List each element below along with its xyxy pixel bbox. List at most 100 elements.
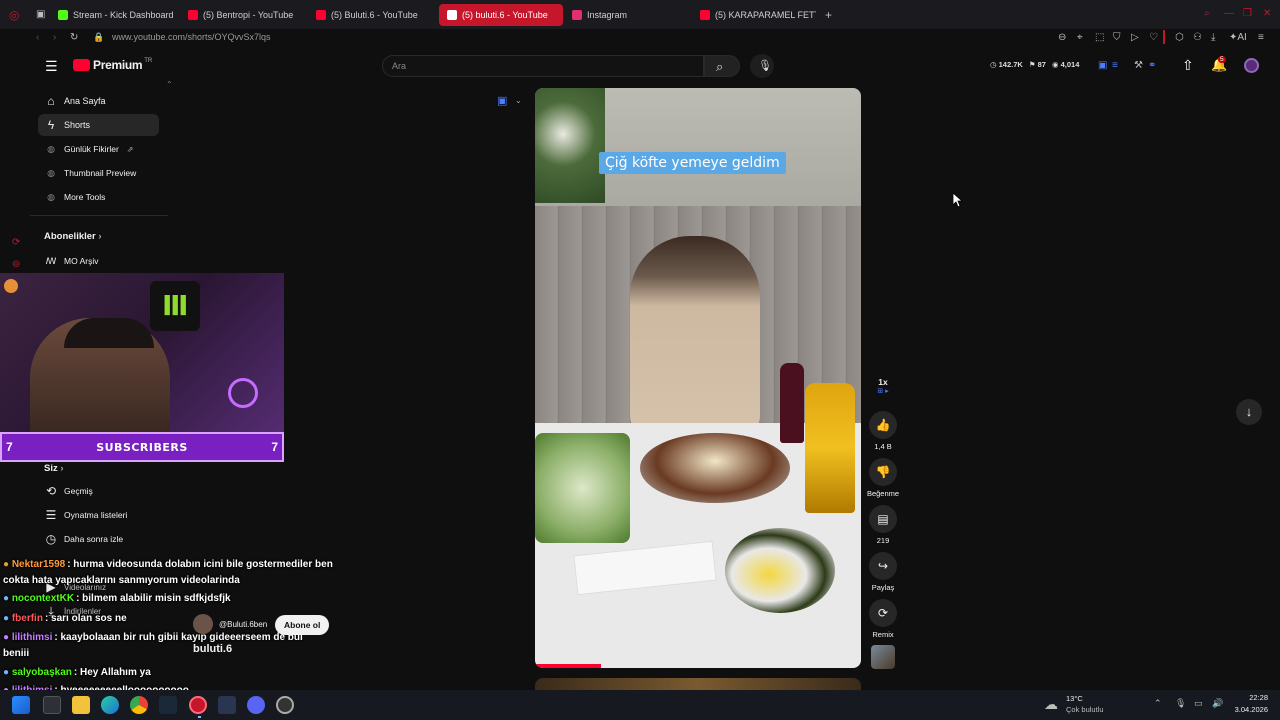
edge-icon[interactable] [101, 696, 119, 714]
sidebar-item-playlists[interactable]: ☰ Oynatma listeleri [38, 504, 159, 526]
sidebar-item-home[interactable]: ⌂ Ana Sayfa [38, 90, 159, 112]
iq-icon[interactable]: ▣ [1098, 61, 1107, 71]
hamburger-menu-icon[interactable]: ☰ [45, 59, 58, 73]
sidebar-item-gunluk-fikirler[interactable]: ◍ Günlük Fikirler ⇗ [38, 138, 159, 160]
channel-avatar[interactable] [193, 614, 213, 634]
tab-kick-dashboard[interactable]: Stream - Kick Dashboard [58, 4, 176, 26]
sidebar-item-mo-arsiv[interactable]: ꟿ MO Arşiv [38, 250, 159, 272]
zoom-icon[interactable]: ⊖ [1058, 33, 1066, 43]
snapshot-icon[interactable]: ⬚ [1095, 33, 1104, 43]
app-icon[interactable] [218, 696, 236, 714]
extensions-icon[interactable]: ⬡ [1175, 33, 1184, 43]
sidebar-item-history[interactable]: ⟲ Geçmiş [38, 480, 159, 502]
weather-desc[interactable]: Çok bulutlu [1066, 705, 1104, 714]
kick-icon [58, 10, 68, 20]
tray-chevron-icon[interactable]: ⌃ [1154, 699, 1162, 708]
windows-start-icon[interactable] [12, 696, 30, 714]
chat-badge-icon: ● [3, 593, 10, 604]
reload-icon[interactable]: ↻ [70, 33, 78, 43]
steam-icon[interactable] [159, 696, 177, 714]
search-tabs-icon[interactable]: ⌕ [1204, 9, 1210, 19]
sound-thumbnail[interactable] [871, 645, 895, 669]
search-button[interactable]: ⌕ [704, 55, 740, 77]
dislike-button[interactable]: 👎 Beğenme [866, 458, 900, 498]
shield-icon[interactable]: ⛉ [1113, 33, 1121, 43]
profile-icon[interactable]: ⚇ [1193, 33, 1202, 43]
search-box[interactable]: Ara [382, 55, 704, 77]
list-icon[interactable]: ≡ [1112, 61, 1118, 71]
subscribe-button[interactable]: Abone ol [275, 615, 330, 635]
upload-icon[interactable]: ⇧ [1182, 58, 1194, 72]
clock-time[interactable]: 22:28 [1234, 693, 1268, 702]
shorts-icon: ϟ [47, 118, 55, 132]
download-icon[interactable]: ⤓ [1211, 33, 1215, 43]
comments-button[interactable]: ▤ 219 [866, 505, 900, 545]
opera-logo-icon[interactable]: ◎ [9, 9, 19, 21]
avatar[interactable] [1244, 58, 1259, 73]
tab-instagram[interactable]: Instagram [572, 4, 688, 26]
volume-icon[interactable]: 🔊 [1212, 699, 1223, 708]
remix-button[interactable]: ⟳ Remix [866, 599, 900, 639]
tab-buluti-1[interactable]: (5) Buluti.6 - YouTube [316, 4, 432, 26]
tab-karaparamel[interactable]: (5) KARAPARAMEL FETTO [700, 4, 816, 26]
task-view-icon[interactable] [43, 696, 61, 714]
minimize-icon[interactable]: — [1224, 9, 1234, 19]
maximize-icon[interactable]: ❐ [1243, 9, 1252, 19]
opera-side-icon[interactable]: ⟳ [12, 238, 20, 248]
home-icon: ⌂ [47, 94, 55, 108]
microphone-icon[interactable]: 🎙 [1175, 699, 1186, 708]
tools-icon[interactable]: ⚒ [1134, 61, 1143, 71]
playlist-icon: ☰ [45, 508, 57, 522]
file-explorer-icon[interactable] [72, 696, 90, 714]
iq-extension-icon[interactable]: ▣ [497, 96, 507, 107]
heart-icon[interactable]: ♡ [1149, 33, 1158, 43]
you-heading[interactable]: Siz › [44, 463, 64, 474]
weather-temp[interactable]: 13°C [1066, 694, 1083, 703]
sidebar-item-shorts[interactable]: ϟ Shorts [38, 114, 159, 136]
play-icon[interactable]: ▷ [1131, 33, 1139, 43]
youtube-logo[interactable]: Premium TR [73, 58, 152, 72]
extension-dot-icon: ◍ [47, 191, 55, 202]
workspaces-icon[interactable]: ▣ [36, 10, 45, 20]
playback-speed[interactable]: 1x ⊞ ▸ [866, 377, 900, 395]
headphones [64, 318, 154, 348]
chat-message: ● Nektar1598: hurma videosunda dolabın i… [3, 559, 333, 570]
thumbs-down-icon: 👎 [869, 458, 897, 486]
opera-gx-icon[interactable] [189, 696, 207, 714]
discord-icon[interactable] [247, 696, 265, 714]
sidebar-item-more-tools[interactable]: ◍ More Tools [38, 186, 159, 208]
sauce-bottle [805, 383, 855, 513]
tab-bentropi[interactable]: (5) Bentropi - YouTube [188, 4, 304, 26]
forward-icon[interactable]: › [53, 33, 56, 43]
obs-icon[interactable] [276, 696, 294, 714]
sidebar-item-watch-later[interactable]: ◷ Daha sonra izle [38, 528, 159, 550]
share-button[interactable]: ↪ Paylaş [866, 552, 900, 592]
like-button[interactable]: 👍 1,4 B [866, 411, 900, 451]
close-icon[interactable]: ✕ [1263, 9, 1271, 19]
clock-date[interactable]: 3.04.2026 [1230, 705, 1268, 714]
link-icon[interactable]: ⚭ [1148, 61, 1156, 71]
short-video[interactable]: Çiğ köfte yemeye geldim [535, 88, 861, 668]
sidebar-item-thumbnail-preview[interactable]: ◍ Thumbnail Preview [38, 162, 159, 184]
url-field[interactable]: www.youtube.com/shorts/OYQvvSx7lqs [112, 32, 271, 42]
pin-icon[interactable]: ⌖ [1077, 33, 1083, 43]
menu-icon[interactable]: ≡ [1258, 33, 1264, 43]
next-short-button[interactable]: ↓ [1236, 399, 1262, 425]
back-icon[interactable]: ‹ [36, 33, 39, 43]
tab-buluti-active[interactable]: (5) buluti.6 - YouTube [439, 4, 563, 26]
new-tab-icon[interactable]: + [825, 9, 832, 21]
channel-handle[interactable]: @Buluti.6ben [219, 620, 267, 629]
opera-side-icon[interactable]: ⊜ [12, 260, 20, 270]
voice-search-button[interactable]: 🎙 [750, 54, 774, 78]
display-icon[interactable]: ▭ [1194, 699, 1203, 708]
subscriptions-heading[interactable]: Abonelikler › [44, 231, 102, 242]
extension-dot-icon: ◍ [47, 167, 55, 178]
search-input[interactable]: Ara [392, 61, 406, 71]
ai-icon[interactable]: ✦AI [1229, 33, 1247, 43]
sidebar-divider [30, 215, 168, 216]
chevron-down-icon[interactable]: ⌄ [515, 97, 522, 105]
next-short-preview[interactable] [535, 678, 861, 690]
chrome-icon[interactable] [130, 696, 148, 714]
collapse-chevron-icon[interactable]: ⌃ [166, 81, 173, 89]
progress-bar[interactable] [535, 664, 601, 668]
